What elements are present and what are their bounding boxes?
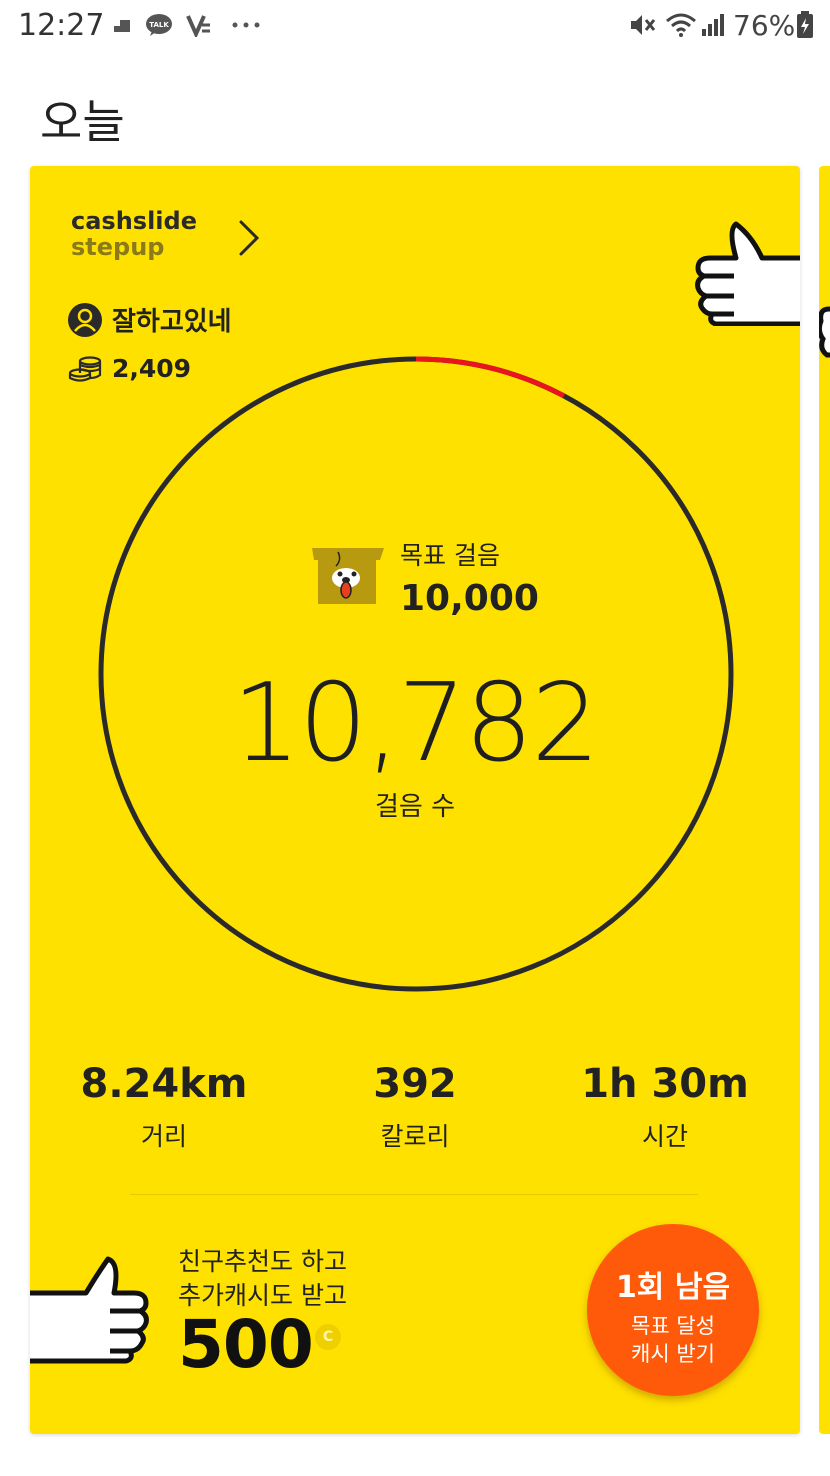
step-count-label: 걸음 수 (374, 792, 456, 822)
stat-calories-value: 392 (373, 1061, 457, 1107)
dog-mascot-icon (312, 548, 384, 604)
promo-line-1: 친구추천도 하고 (178, 1247, 347, 1276)
user-row: 잘하고있네 (68, 301, 232, 338)
step-count: 10,782 (232, 661, 600, 786)
battery-percent: 76% (733, 9, 796, 42)
kakaotalk-icon: TALK (144, 10, 174, 40)
status-bar: 12:27 TALK 76% (0, 0, 830, 52)
thumbs-up-icon (695, 221, 800, 326)
step-card[interactable]: cashslide stepup 잘하고있네 2,409 목표 걸음 10,00… (30, 166, 800, 1434)
user-name: 잘하고있네 (112, 307, 232, 337)
claim-cash-button[interactable]: 1회 남음 목표 달성 캐시 받기 (587, 1224, 759, 1396)
thumbs-up-icon (819, 306, 830, 358)
svg-text:TALK: TALK (149, 21, 169, 29)
brand-name: cashslide (71, 207, 197, 235)
stat-calories-label: 칼로리 (380, 1122, 450, 1151)
stat-time-label: 시간 (641, 1122, 688, 1151)
promo-amount: 500 (178, 1306, 314, 1383)
stat-distance-value: 8.24km (80, 1061, 248, 1107)
wifi-icon (664, 10, 698, 40)
divider (130, 1194, 698, 1195)
goal-value: 10,000 (400, 578, 539, 619)
page-title: 오늘 (40, 95, 125, 149)
more-dots-icon (230, 10, 262, 40)
stat-distance: 8.24km 거리 (54, 1061, 274, 1153)
v-app-icon (185, 10, 213, 40)
stat-distance-label: 거리 (140, 1122, 187, 1151)
signal-icon (700, 10, 726, 40)
user-avatar-icon (68, 302, 102, 337)
brand-logo[interactable]: cashslide stepup (71, 208, 197, 260)
thumbs-up-icon (30, 1256, 149, 1364)
next-card-peek[interactable] (819, 166, 830, 1434)
claim-remaining: 1회 남음 (615, 1270, 731, 1305)
chevron-right-icon[interactable] (233, 218, 263, 258)
status-time: 12:27 (18, 8, 105, 43)
brand-subname: stepup (71, 233, 165, 261)
claim-label-1: 목표 달성 (631, 1314, 715, 1338)
notification-icon (110, 10, 134, 40)
stat-time-value: 1h 30m (581, 1061, 749, 1107)
claim-label-2: 캐시 받기 (631, 1342, 715, 1366)
mute-icon (628, 10, 656, 40)
battery-icon (794, 10, 816, 40)
goal-label: 목표 걸음 (400, 541, 500, 570)
cash-coin-icon: C (315, 1324, 341, 1350)
stat-time: 1h 30m 시간 (555, 1061, 775, 1153)
stat-calories: 392 칼로리 (305, 1061, 525, 1153)
